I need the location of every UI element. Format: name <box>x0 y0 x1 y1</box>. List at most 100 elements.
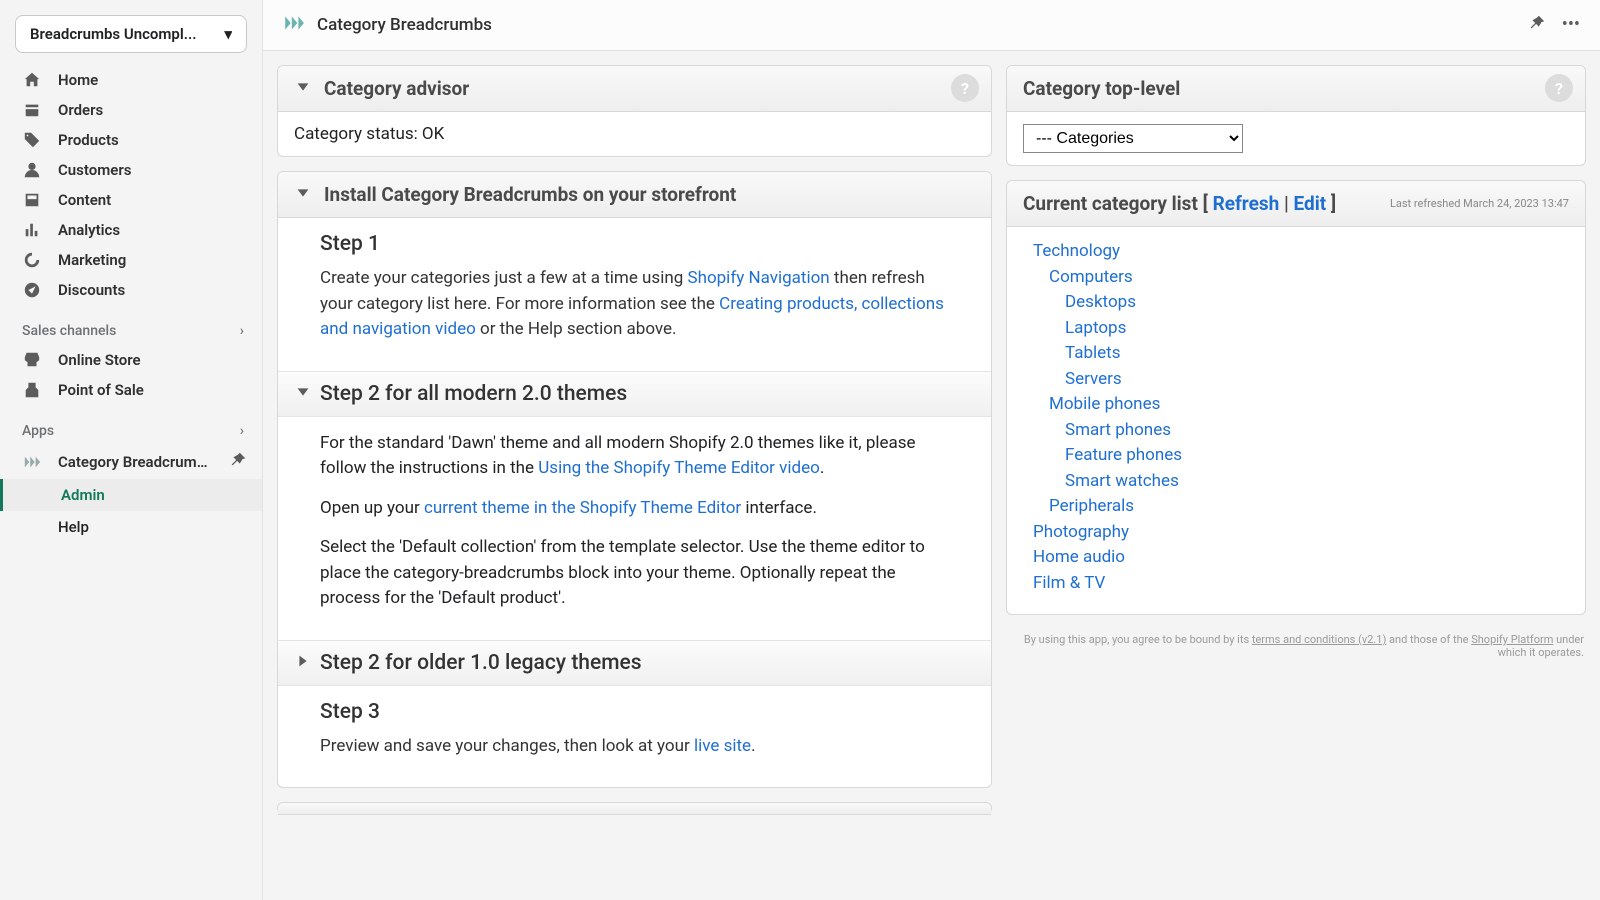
category-select[interactable]: --- Categories <box>1023 124 1243 153</box>
store-icon <box>22 351 42 369</box>
help-icon[interactable]: ? <box>1545 74 1573 102</box>
advisor-title: Category advisor <box>324 77 469 100</box>
chevron-down-icon <box>294 78 312 100</box>
nav-marketing[interactable]: Marketing <box>0 245 262 275</box>
chevron-right-icon <box>294 652 312 674</box>
refresh-link[interactable]: Refresh <box>1213 192 1280 215</box>
panel-category-list: Current category list [ Refresh | Edit ]… <box>1006 180 1586 615</box>
app-label: Category Breadcrum... <box>58 453 208 471</box>
category-tree-item[interactable]: Photography <box>1033 520 1559 546</box>
discounts-icon <box>22 281 42 299</box>
category-tree-item[interactable]: Laptops <box>1033 316 1559 342</box>
last-refreshed: Last refreshed March 24, 2023 13:47 <box>1390 197 1569 210</box>
shopify-navigation-link[interactable]: Shopify Navigation <box>687 268 829 288</box>
category-tree: TechnologyComputersDesktopsLaptopsTablet… <box>1007 227 1585 614</box>
step2b-header[interactable]: Step 2 for older 1.0 legacy themes <box>278 641 991 686</box>
current-theme-link[interactable]: current theme in the Shopify Theme Edito… <box>424 498 741 518</box>
subnav-admin[interactable]: Admin <box>0 479 262 511</box>
nav-label: Marketing <box>58 251 126 269</box>
step1-block: Step 1 Create your categories just a few… <box>278 218 991 371</box>
nav-home[interactable]: Home <box>0 65 262 95</box>
category-tree-item[interactable]: Smart phones <box>1033 418 1559 444</box>
pos-icon <box>22 381 42 399</box>
topbar: Category Breadcrumbs ••• <box>263 0 1600 51</box>
theme-editor-video-link[interactable]: Using the Shopify Theme Editor video <box>538 458 820 478</box>
step2a-text: . <box>820 458 824 478</box>
app-selector[interactable]: Breadcrumbs Uncompl... ▾ <box>15 15 247 53</box>
pin-icon[interactable] <box>1528 14 1546 37</box>
category-tree-item[interactable]: Computers <box>1033 265 1559 291</box>
category-tree-item[interactable]: Film & TV <box>1033 571 1559 597</box>
pin-icon[interactable] <box>229 451 247 473</box>
chevron-right-icon[interactable]: › <box>240 423 244 439</box>
nav-products[interactable]: Products <box>0 125 262 155</box>
channel-online-store[interactable]: Online Store <box>0 345 262 375</box>
nav-content[interactable]: Content <box>0 185 262 215</box>
nav-label: Analytics <box>58 221 120 239</box>
nav-label: Customers <box>58 161 131 179</box>
more-icon[interactable]: ••• <box>1562 14 1580 37</box>
step2b-title: Step 2 for older 1.0 legacy themes <box>320 651 642 675</box>
step1-title: Step 1 <box>320 232 949 256</box>
category-tree-item[interactable]: Smart watches <box>1033 469 1559 495</box>
step2a-body: For the standard 'Dawn' theme and all mo… <box>278 417 991 641</box>
home-icon <box>22 71 42 89</box>
content-icon <box>22 191 42 209</box>
footer-terms: By using this app, you agree to be bound… <box>1006 629 1586 663</box>
terms-link[interactable]: terms and conditions (v2.1) <box>1252 633 1386 646</box>
help-icon[interactable]: ? <box>951 74 979 102</box>
nav-customers[interactable]: Customers <box>0 155 262 185</box>
live-site-link[interactable]: live site <box>694 736 751 756</box>
install-title: Install Category Breadcrumbs on your sto… <box>324 183 736 206</box>
category-tree-item[interactable]: Feature phones <box>1033 443 1559 469</box>
category-tree-item[interactable]: Servers <box>1033 367 1559 393</box>
page-title: Category Breadcrumbs <box>317 15 492 35</box>
nav-orders[interactable]: Orders <box>0 95 262 125</box>
category-tree-item[interactable]: Mobile phones <box>1033 392 1559 418</box>
edit-link[interactable]: Edit <box>1294 192 1327 215</box>
next-header <box>278 803 991 815</box>
catlist-header: Current category list [ Refresh | Edit ]… <box>1007 181 1585 227</box>
install-header[interactable]: Install Category Breadcrumbs on your sto… <box>278 172 991 218</box>
nav-label: Content <box>58 191 111 209</box>
breadcrumb-chevrons-icon <box>283 12 305 38</box>
advisor-body: Category status: OK <box>278 112 991 156</box>
step3-text: . <box>751 736 755 756</box>
category-tree-item[interactable]: Technology <box>1033 239 1559 265</box>
nav-analytics[interactable]: Analytics <box>0 215 262 245</box>
panel-install: Install Category Breadcrumbs on your sto… <box>277 171 992 788</box>
category-tree-item[interactable]: Desktops <box>1033 290 1559 316</box>
chevron-down-icon <box>294 383 312 405</box>
tag-icon <box>22 131 42 149</box>
step2a-text: Open up your <box>320 498 424 518</box>
breadcrumb-chevrons-icon <box>22 453 42 471</box>
marketing-icon <box>22 251 42 269</box>
subnav-help[interactable]: Help <box>58 511 262 543</box>
category-tree-item[interactable]: Home audio <box>1033 545 1559 571</box>
channel-label: Online Store <box>58 351 141 369</box>
section-sales-channels: Sales channels › <box>0 305 262 345</box>
step2a-title: Step 2 for all modern 2.0 themes <box>320 382 627 406</box>
toplevel-title: Category top-level <box>1023 77 1180 100</box>
section-label: Apps <box>22 423 54 439</box>
nav-label: Orders <box>58 101 103 119</box>
step2a-header[interactable]: Step 2 for all modern 2.0 themes <box>278 371 991 417</box>
nav-discounts[interactable]: Discounts <box>0 275 262 305</box>
advisor-header[interactable]: Category advisor ? <box>278 66 991 112</box>
category-tree-item[interactable]: Peripherals <box>1033 494 1559 520</box>
chevron-down-icon: ▾ <box>224 25 232 43</box>
platform-link[interactable]: Shopify Platform <box>1471 633 1553 646</box>
app-selector-label: Breadcrumbs Uncompl... <box>30 25 197 43</box>
category-tree-item[interactable]: Tablets <box>1033 341 1559 367</box>
section-label: Sales channels <box>22 323 116 339</box>
chevron-right-icon[interactable]: › <box>240 323 244 339</box>
app-item-breadcrumbs[interactable]: Category Breadcrum... <box>0 445 262 479</box>
step3-block: Step 3 Preview and save your changes, th… <box>278 686 991 788</box>
sidebar: Breadcrumbs Uncompl... ▾ Home Orders Pro… <box>0 0 263 900</box>
step3-title: Step 3 <box>320 700 949 724</box>
channel-pos[interactable]: Point of Sale <box>0 375 262 405</box>
app-subnav: Admin Help <box>0 479 262 543</box>
catlist-title: Current category list [ Refresh | Edit ] <box>1023 192 1336 215</box>
step2a-text: interface. <box>741 498 817 518</box>
toplevel-header: Category top-level ? <box>1007 66 1585 112</box>
